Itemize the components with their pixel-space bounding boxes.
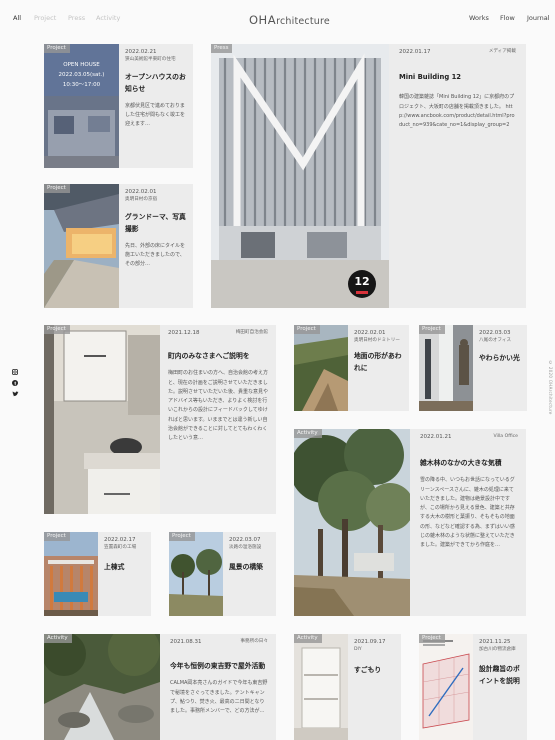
post-card[interactable]: Activity 2021.08.31 事務所の日々 今年も恒例の東吉野で屋外活… <box>44 634 276 740</box>
post-thumbnail <box>169 532 223 616</box>
post-location: 奥明日村のドミトリー <box>354 338 400 344</box>
post-title: Mini Building 12 <box>399 73 462 82</box>
post-location: 奥明日村の京宿 <box>125 197 158 203</box>
twitter-icon[interactable] <box>12 382 19 397</box>
site-logo[interactable]: OHArchitecture <box>249 13 330 27</box>
post-location: 笠置森町の工場 <box>104 545 137 551</box>
post-title: 上棟式 <box>104 563 125 572</box>
category-tag: Project <box>294 325 320 334</box>
copyright: © 2020 OHArchitecture <box>548 360 553 415</box>
post-date: 2021.12.18 <box>168 330 200 336</box>
category-tag: Project <box>44 44 70 53</box>
post-thumbnail <box>44 532 98 616</box>
category-tag: Activity <box>294 634 322 643</box>
overlay-title: OPEN HOUSE <box>63 62 100 68</box>
post-excerpt: 先日、外部の床にタイルを施工いただきましたので、その部分… <box>125 242 186 268</box>
post-card[interactable]: Project 2021.12.18 梅田町自治会館 町内のみなさまへご説明を … <box>44 325 276 514</box>
post-card[interactable]: Activity 2021.09.17 DIY すごもり <box>294 634 401 740</box>
post-thumbnail <box>44 634 160 740</box>
post-title: やわらかい光 <box>479 354 520 363</box>
post-excerpt: 梅田町のお住まいの方へ、自治会館の考え方と、現在の計画をご説明させていただきまし… <box>168 370 269 442</box>
post-location: 梅田町自治会館 <box>235 330 268 335</box>
post-card-featured[interactable]: 12 Press 2022.01.17 メディア掲載 Mini Building… <box>211 44 526 308</box>
post-location: 八尾のオフィス <box>479 338 512 344</box>
post-thumbnail <box>44 325 160 514</box>
filter-activity[interactable]: Activity <box>96 14 120 22</box>
post-card[interactable]: Project 2022.03.07 淡路の温浴施設 風景の構築 <box>169 532 276 616</box>
post-card[interactable]: Activity 2022.01.21 Villa Office 雑木林のなかの… <box>294 429 526 616</box>
post-card[interactable]: Project 2022.02.01 奥明日村の京宿 グランドーマ、写真撮影 先… <box>44 184 193 308</box>
post-title: 今年も恒例の東吉野で屋外活動 <box>170 662 266 671</box>
post-location: 加古川の物流倉庫 <box>479 647 516 653</box>
post-date: 2022.02.01 <box>354 330 386 336</box>
nav-journal[interactable]: Journal <box>527 14 549 22</box>
post-card[interactable]: Project 2021.11.25 加古川の物流倉庫 設計趣旨のポイントを説明 <box>419 634 527 740</box>
social-links <box>12 360 19 397</box>
post-date: 2021.11.25 <box>479 639 511 645</box>
post-date: 2021.09.17 <box>354 639 386 645</box>
post-title: グランドーマ、写真撮影 <box>125 213 186 233</box>
nav-works[interactable]: Works <box>469 14 489 22</box>
post-title: 町内のみなさまへご説明を <box>168 352 250 361</box>
category-tag: Project <box>169 532 195 541</box>
facebook-icon[interactable] <box>12 371 19 386</box>
post-date: 2022.03.03 <box>479 330 511 336</box>
category-tag: Project <box>44 184 70 193</box>
top-nav: All Project Press Activity OHArchitectur… <box>0 13 555 30</box>
post-card[interactable]: Project 2022.02.01 奥明日村のドミトリー 地面の形があわれに <box>294 325 409 411</box>
post-thumbnail <box>294 634 348 740</box>
post-location: DIY <box>354 647 362 653</box>
category-tag: Press <box>211 44 233 53</box>
post-excerpt: 韓国の建築雑誌「Mini Building 12」に京都府のプロジェクト、大坂町… <box>399 94 515 129</box>
category-tag: Project <box>419 634 445 643</box>
post-title: オープンハウスのお知らせ <box>125 73 186 93</box>
post-location: 淡路の温浴施設 <box>229 545 262 551</box>
post-card[interactable]: Project 2022.02.17 笠置森町の工場 上棟式 <box>44 532 151 616</box>
post-thumbnail <box>419 634 473 740</box>
filter-press[interactable]: Press <box>68 14 85 22</box>
filter-project[interactable]: Project <box>34 14 56 22</box>
category-tag: Project <box>44 532 70 541</box>
post-excerpt: CALMA岡本亮さんのガイドで今年も東吉野で秘境をさぐってきました。テントキャン… <box>170 680 268 715</box>
post-date: 2022.02.17 <box>104 537 136 543</box>
post-thumbnail: OPEN HOUSE 2022.03.05(sat.) 10:30～17:00 <box>44 44 119 168</box>
post-title: 風景の構築 <box>229 563 263 572</box>
post-location: 狭山美術館半東町の住宅 <box>125 57 176 63</box>
post-location: Villa Office <box>493 434 518 439</box>
post-date: 2022.01.21 <box>420 434 452 440</box>
post-location: 事務所の日々 <box>240 639 268 644</box>
category-tag: Activity <box>44 634 72 643</box>
post-title: 設計趣旨のポイントを説明 <box>479 665 520 685</box>
nav-flow[interactable]: Flow <box>500 14 515 22</box>
instagram-icon[interactable] <box>12 360 19 375</box>
category-tag: Project <box>419 325 445 334</box>
category-tag: Project <box>44 325 70 334</box>
post-title: 雑木林のなかの大きな気積 <box>420 459 502 468</box>
post-date: 2022.03.07 <box>229 537 261 543</box>
post-thumbnail: 12 <box>211 44 389 308</box>
issue-badge: 12 <box>348 270 376 298</box>
filter-all[interactable]: All <box>13 14 21 22</box>
category-tag: Activity <box>294 429 322 438</box>
post-excerpt: 雪の降る中、いつもお世話になっているグリーンスペースさんに、雑木の処理に来ていた… <box>420 477 515 549</box>
post-card[interactable]: OPEN HOUSE 2022.03.05(sat.) 10:30～17:00 … <box>44 44 193 168</box>
post-card[interactable]: Project 2022.03.03 八尾のオフィス やわらかい光 <box>419 325 527 411</box>
post-date: 2022.01.17 <box>399 49 431 55</box>
post-title: 地面の形があわれに <box>354 352 402 372</box>
post-thumbnail <box>419 325 473 411</box>
overlay-time: 10:30～17:00 <box>62 81 101 88</box>
post-thumbnail <box>294 429 410 616</box>
post-date: 2022.02.21 <box>125 49 157 55</box>
post-date: 2022.02.01 <box>125 189 157 195</box>
post-title: すごもり <box>354 666 382 675</box>
overlay-date: 2022.03.05(sat.) <box>58 71 105 78</box>
post-excerpt: 京都伏見区で進めておりました住宅が間もなく竣工を迎えます… <box>125 102 186 128</box>
post-date: 2021.08.31 <box>170 639 202 645</box>
post-thumbnail <box>44 184 119 308</box>
post-thumbnail <box>294 325 348 411</box>
post-location: メディア掲載 <box>488 49 516 54</box>
